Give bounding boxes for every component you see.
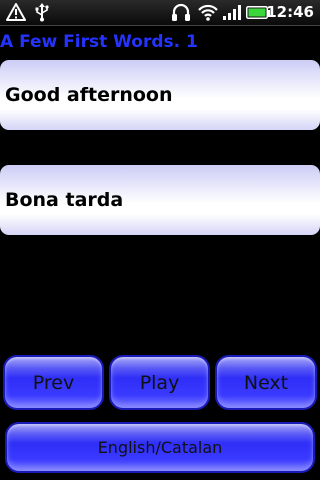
prev-button[interactable]: Prev (3, 355, 104, 410)
catalan-phrase-text: Bona tarda (5, 189, 124, 211)
usb-icon (35, 3, 49, 22)
catalan-phrase-panel: Bona tarda (0, 165, 320, 235)
status-clock: 12:46 (266, 3, 314, 21)
prev-button-label: Prev (32, 371, 75, 394)
english-phrase-panel: Good afternoon (0, 60, 320, 130)
status-bar: 12:46 (0, 0, 320, 26)
english-phrase-text: Good afternoon (5, 84, 173, 106)
language-toggle-button[interactable]: English/Catalan (5, 422, 315, 473)
language-toggle-label: English/Catalan (97, 438, 223, 457)
play-button-label: Play (139, 371, 180, 394)
headset-icon (172, 3, 190, 21)
next-button[interactable]: Next (215, 355, 317, 410)
warning-icon (6, 3, 26, 21)
app-screen: 12:46 A Few First Words. 1 Good afternoo… (0, 0, 320, 480)
next-button-label: Next (243, 371, 289, 394)
play-button[interactable]: Play (109, 355, 210, 410)
page-title: A Few First Words. 1 (0, 32, 198, 52)
signal-icon (223, 5, 241, 20)
wifi-icon (198, 4, 218, 21)
